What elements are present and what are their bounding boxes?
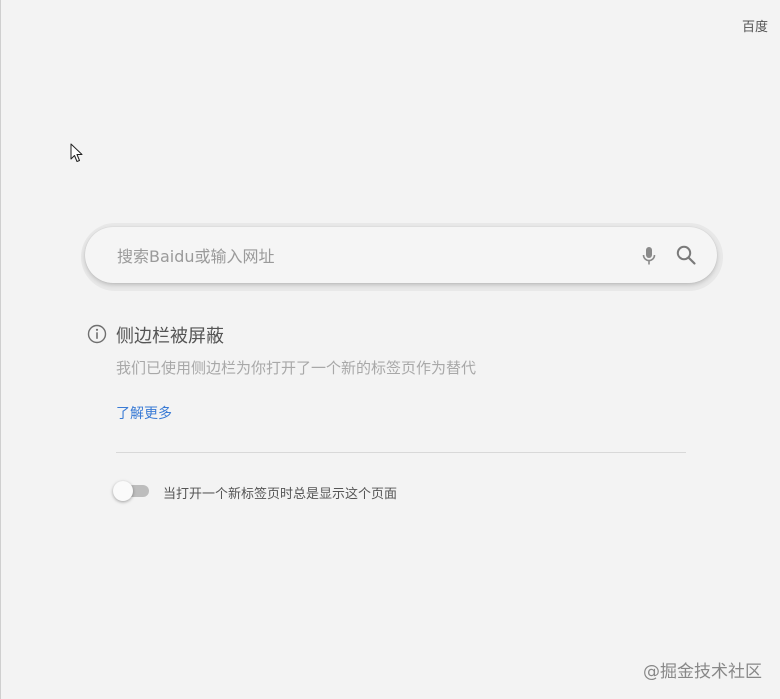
always-show-toggle[interactable] bbox=[113, 481, 149, 501]
watermark: @掘金技术社区 bbox=[643, 662, 762, 682]
notice-description: 我们已使用侧边栏为你打开了一个新的标签页作为替代 bbox=[116, 359, 477, 377]
info-icon bbox=[87, 324, 107, 344]
search-icon[interactable] bbox=[675, 244, 697, 266]
divider bbox=[116, 452, 686, 453]
always-show-label: 当打开一个新标签页时总是显示这个页面 bbox=[163, 487, 398, 502]
search-bar bbox=[85, 227, 717, 283]
toggle-knob bbox=[113, 481, 133, 501]
new-tab-page: 百度 侧边栏被屏蔽 我们已使用侧边栏为你打开了一个新的标签页作为替代 了解更多 … bbox=[0, 0, 780, 699]
notice-title: 侧边栏被屏蔽 bbox=[116, 326, 224, 347]
search-input[interactable] bbox=[115, 241, 619, 271]
mouse-cursor-icon bbox=[70, 143, 83, 162]
microphone-icon[interactable] bbox=[639, 245, 659, 267]
learn-more-link[interactable]: 了解更多 bbox=[116, 403, 172, 423]
baidu-link[interactable]: 百度 bbox=[742, 16, 768, 35]
